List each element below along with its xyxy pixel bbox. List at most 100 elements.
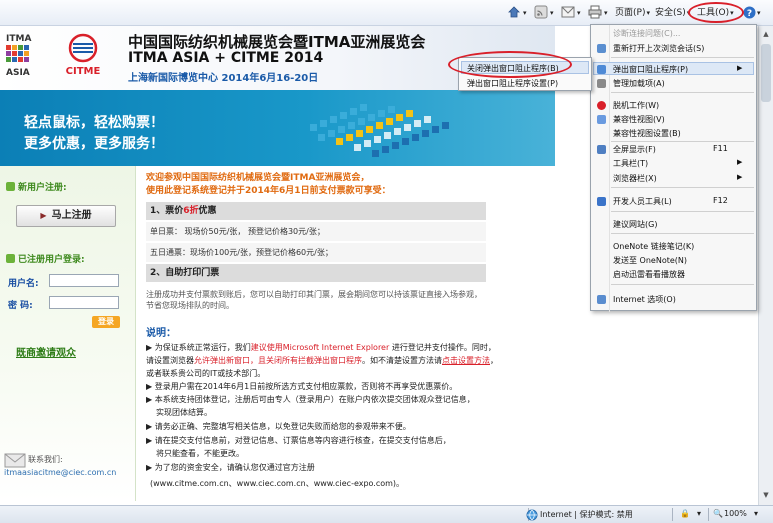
user-icon [6,182,15,191]
menu-item-toolbars[interactable]: 工具栏(T) [613,158,648,169]
menu-item-reopen-session[interactable]: 重新打开上次浏览会话(S) [613,43,704,54]
menu-item-internet-options[interactable]: Internet 选项(O) [613,294,676,305]
scroll-up-arrow-icon[interactable]: ▲ [761,29,771,39]
page-title-cn: 中国国际纺织机械展览会暨ITMA亚洲展览会 [128,33,426,51]
fullscreen-shortcut: F11 [713,144,728,153]
scroll-down-arrow-icon[interactable]: ▼ [761,490,771,500]
protected-mode-icon[interactable]: 🔒 [680,509,690,518]
page-menu[interactable]: 页面(P)▾ [615,5,650,21]
chevron-down-icon[interactable]: ▾ [697,509,701,518]
submenu-item-blocker-settings[interactable]: 弹出窗口阻止程序设置(P) [467,78,558,89]
envelope-icon [4,453,26,468]
fullscreen-icon [597,145,606,154]
menu-separator [611,233,754,234]
username-input[interactable] [49,274,119,287]
tools-dropdown-menu: 诊断连接问题(C)... 重新打开上次浏览会话(S) 弹出窗口阻止程序(P) ▶… [590,24,757,312]
login-button[interactable]: 登录 [92,316,120,328]
explain-line-7: ▶ 请务必正确、完整填写相关信息，以免登记失败而给您的参观带来不便。 [146,422,411,431]
official-sites: (www.citme.com.cn、www.ciec.com.cn、www.ci… [150,479,405,488]
venue-date: 上海新国际博览中心 2014年6月16-20日 [128,73,319,84]
help-dropdown-arrow[interactable]: ▾ [756,5,761,21]
feeds-icon[interactable] [534,5,548,19]
zoom-level[interactable]: 100% [724,509,747,518]
menu-separator [611,284,754,285]
svg-text:ASIA: ASIA [6,68,30,78]
welcome-text-2: 使用此登记系统登记并于2014年6月1日前支付票款可享受： [146,186,391,196]
menu-item-compat-view[interactable]: 兼容性视图(V) [613,114,665,125]
explain-line-6: 实现团体结算。 [156,408,212,417]
menu-separator [611,57,754,58]
group-invite-link[interactable]: 既商邀请观众 [16,344,76,359]
vertical-scrollbar[interactable]: ▲ ▼ [758,26,773,505]
slogan-line-2: 更多优惠，更多服务！ [24,136,164,152]
page-title-en: ITMA ASIA + CITME 2014 [128,50,324,66]
explain-line-1: ▶ 为保证系统正常运行，我们建议使用Microsoft Internet Exp… [146,343,496,352]
contact-email[interactable]: itmaasiacitme@ciec.com.cn [4,468,116,477]
menu-item-compat-settings[interactable]: 兼容性视图设置(B) [613,128,681,139]
svg-text:ITMA: ITMA [6,34,31,44]
menu-item-popup-blocker[interactable]: 弹出窗口阻止程序(P) [613,64,688,75]
explain-line-3: 或者联系贵公司的IT或技术部门。 [146,369,266,378]
print-icon[interactable] [588,5,602,19]
menu-separator [611,211,754,212]
menu-item-suggested-sites[interactable]: 建议网站(G) [613,219,657,230]
home-icon[interactable] [507,5,521,19]
explain-line-8: ▶ 请在提交支付信息前，对登记信息、订票信息等内容进行核查，在提交支付信息后， [146,436,451,445]
register-button[interactable]: ▶ 马上注册 [16,205,116,227]
section-ticket-discount: 1、票价6折优惠 [146,202,486,220]
slogan-line-1: 轻点鼠标，轻松购票！ [24,115,164,131]
new-user-heading: 新用户注册: [6,180,67,193]
menu-item-onenote-linked[interactable]: OneNote 链接笔记(K) [613,241,694,252]
help-icon[interactable]: ? [743,6,756,19]
password-label: 密 码: [8,301,33,311]
menu-item-dev-tools[interactable]: 开发人员工具(L) [613,196,672,207]
citme-logo: CITME [66,33,101,77]
registered-login-heading: 已注册用户登录: [6,252,85,265]
welcome-text-1: 欢迎参观中国国际纺织机械展览会暨ITMA亚洲展览会， [146,173,370,183]
menu-separator [611,92,754,93]
password-input[interactable] [49,296,119,309]
user-icon [6,254,15,263]
home-dropdown-arrow[interactable]: ▾ [522,5,527,21]
browser-window: ▾ ▾ ▾ ▾ 页面(P)▾ 安全(S)▾ 工具(O)▾ ? ▾ ITMA AS… [0,0,773,523]
menu-item-explorer-bars[interactable]: 浏览器栏(X) [613,173,657,184]
slogan-banner: 轻点鼠标，轻松购票！ 更多优惠，更多服务！ [0,90,555,166]
menu-item-xunlei-player[interactable]: 启动迅雷看看播放器 [613,269,685,280]
menu-separator [611,187,754,188]
zoom-icon[interactable]: 🔍 [713,509,723,518]
scrollbar-thumb[interactable] [761,44,771,102]
self-print-note: 注册成功并支付票款到账后，您可以自助打印其门票，展会期间您可以持该票证直接入场参… [146,290,482,310]
submenu-arrow-icon: ▶ [737,173,743,181]
chevron-down-icon[interactable]: ▾ [754,509,758,518]
svg-text:?: ? [747,9,752,19]
menu-separator [611,141,754,142]
submenu-arrow-icon: ▶ [737,158,743,166]
section-self-print: 2、自助打印门票 [146,264,486,282]
explain-line-4: ▶ 登录用户需在2014年6月1日前按所选方式支付相应票款，否则将不再享受优惠票… [146,382,458,391]
addons-icon [597,79,606,88]
svg-text:CITME: CITME [66,66,101,77]
dev-tools-icon [597,197,606,206]
safety-menu[interactable]: 安全(S)▾ [655,5,690,21]
ticket-row-single: 单日票： 现场价50元/张， 预登记价格30元/张； [146,222,486,242]
status-bar: Internet | 保护模式: 禁用 🔒 ▾ 🔍 100% ▾ [0,505,773,523]
print-dropdown-arrow[interactable]: ▾ [603,5,608,21]
tools-menu-highlight-circle [688,2,744,23]
mail-icon[interactable] [561,6,575,18]
menu-item-send-to-onenote[interactable]: 发送至 OneNote(N) [613,255,687,266]
status-separator [708,508,709,521]
internet-options-icon [597,295,606,304]
menu-item-fullscreen[interactable]: 全屏显示(F) [613,144,656,155]
reopen-session-icon [597,44,606,53]
globe-icon [526,509,538,521]
feeds-dropdown-arrow[interactable]: ▾ [549,5,554,21]
turn-off-blocker-highlight-circle [448,51,572,78]
menu-item-manage-addons[interactable]: 管理加载项(A) [613,78,665,89]
menu-item-offline[interactable]: 脱机工作(W) [613,100,659,111]
explain-line-10: ▶ 为了您的资金安全，请确认您仅通过官方注册 [146,463,315,472]
explain-line-5: ▶ 本系统支持团体登记，注册后可由专人（登录用户）在账户内依次提交团体观众登记信… [146,395,475,404]
setup-method-link[interactable]: 点击设置方法 [442,356,490,365]
ticket-row-five-day: 五日通票：现场价100元/张，预登记价格60元/张； [146,243,486,263]
popup-blocker-icon [597,65,606,74]
mail-dropdown-arrow[interactable]: ▾ [576,5,581,21]
